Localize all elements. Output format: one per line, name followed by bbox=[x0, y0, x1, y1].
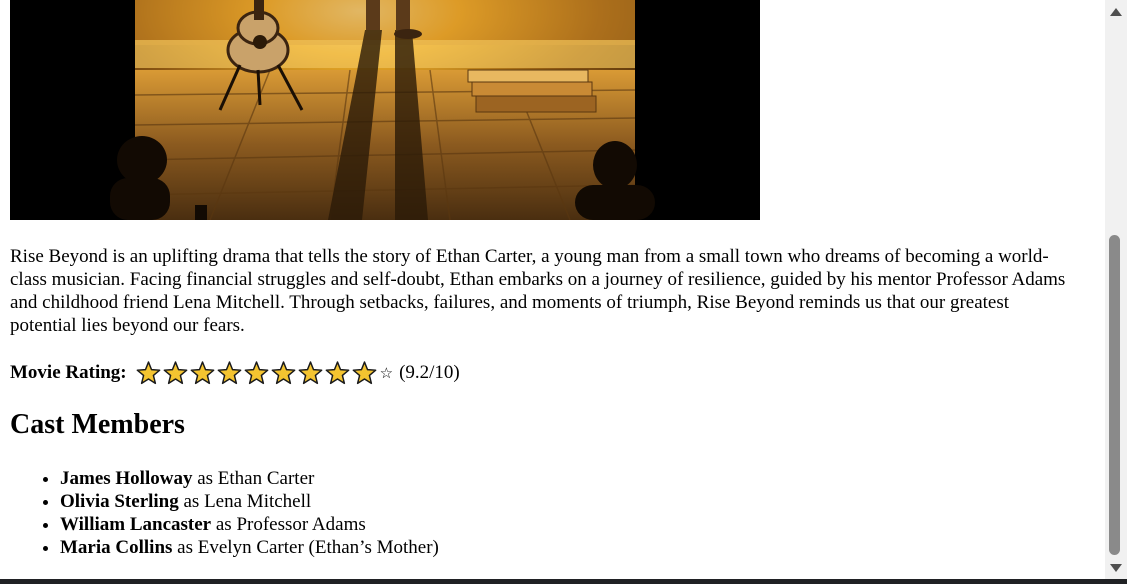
actor-name: Olivia Sterling bbox=[60, 491, 179, 512]
cast-joiner: as bbox=[211, 514, 237, 535]
rating-score: (9.2/10) bbox=[399, 362, 460, 383]
cast-joiner: as bbox=[172, 537, 198, 558]
star-icon bbox=[270, 361, 297, 385]
vertical-scrollbar[interactable] bbox=[1105, 0, 1127, 579]
rating-label: Movie Rating: bbox=[10, 362, 127, 383]
star-icon bbox=[351, 361, 378, 385]
scroll-down-arrow-icon[interactable] bbox=[1105, 558, 1127, 578]
star-icon bbox=[189, 361, 216, 385]
cast-list: James Holloway as Ethan CarterOlivia Ste… bbox=[10, 467, 439, 559]
scroll-up-arrow-icon[interactable] bbox=[1105, 2, 1127, 22]
scrollbar-thumb[interactable] bbox=[1109, 235, 1120, 555]
actor-name: James Holloway bbox=[60, 468, 193, 489]
star-icon bbox=[216, 361, 243, 385]
star-icon bbox=[162, 361, 189, 385]
movie-description: Rise Beyond is an uplifting drama that t… bbox=[10, 246, 1066, 336]
page-content: Rise Beyond is an uplifting drama that t… bbox=[0, 0, 1105, 579]
character-name: Lena Mitchell bbox=[204, 491, 312, 512]
cast-section-title: Cast Members bbox=[10, 409, 185, 440]
movie-poster-image bbox=[10, 0, 760, 220]
character-name: Professor Adams bbox=[236, 514, 366, 535]
cast-member-item: Maria Collins as Evelyn Carter (Ethan’s … bbox=[60, 536, 439, 559]
actor-name: Maria Collins bbox=[60, 537, 173, 558]
cast-joiner: as bbox=[178, 491, 205, 512]
star-icon bbox=[243, 361, 270, 385]
cast-joiner: as bbox=[192, 468, 218, 489]
rating-stars bbox=[135, 361, 378, 385]
window-bottom-edge bbox=[0, 579, 1127, 584]
character-name: Ethan Carter bbox=[217, 468, 315, 489]
movie-rating: Movie Rating: ☆ (9.2/10) bbox=[10, 360, 460, 386]
character-name: Evelyn Carter (Ethan’s Mother) bbox=[197, 537, 439, 558]
cast-member-item: William Lancaster as Professor Adams bbox=[60, 513, 439, 536]
cast-member-item: James Holloway as Ethan Carter bbox=[60, 467, 439, 490]
empty-star-icon: ☆ bbox=[379, 364, 394, 382]
actor-name: William Lancaster bbox=[60, 514, 212, 535]
star-icon bbox=[297, 361, 324, 385]
star-icon bbox=[324, 361, 351, 385]
star-icon bbox=[135, 361, 162, 385]
cast-member-item: Olivia Sterling as Lena Mitchell bbox=[60, 490, 439, 513]
